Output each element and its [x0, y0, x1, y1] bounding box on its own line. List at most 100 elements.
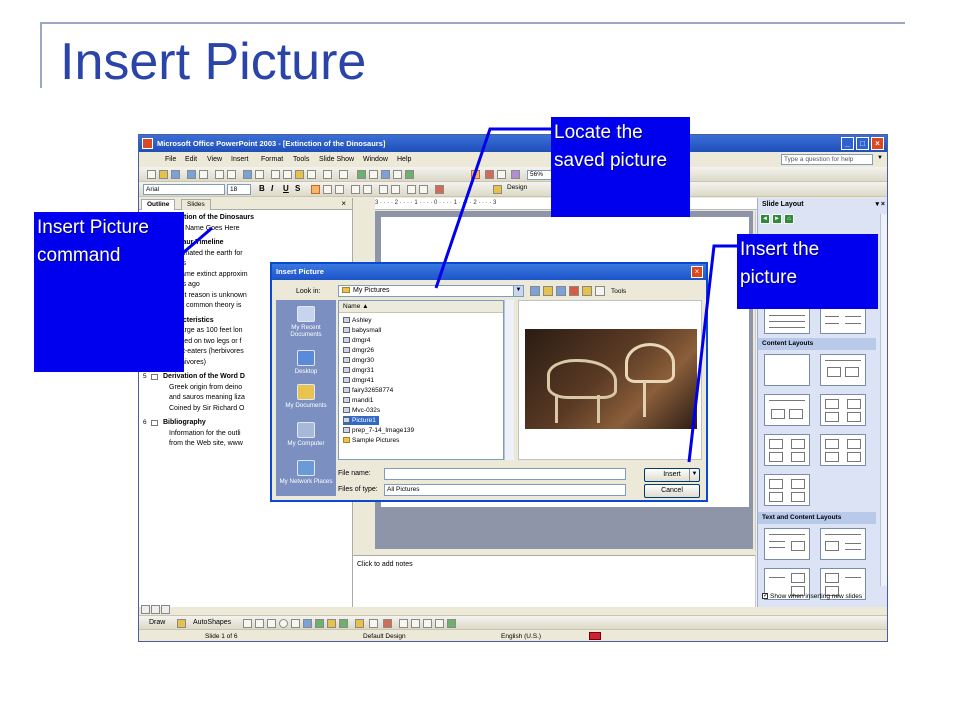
cancel-button[interactable]: Cancel: [644, 484, 700, 498]
layout-blank[interactable]: [764, 354, 810, 386]
menu-slide-show[interactable]: Slide Show: [319, 156, 354, 163]
email-icon[interactable]: [199, 170, 208, 179]
arrow-style-icon[interactable]: [423, 619, 432, 628]
tab-slides[interactable]: Slides: [181, 199, 211, 210]
dialog-close-button[interactable]: ×: [691, 266, 703, 278]
print-preview-icon[interactable]: [227, 170, 236, 179]
slide-icon[interactable]: [151, 374, 158, 380]
files-of-type-select[interactable]: All Pictures: [384, 484, 626, 496]
file-item[interactable]: Ashley: [343, 316, 372, 325]
font-name-select[interactable]: Arial: [143, 184, 225, 195]
tables-borders-icon[interactable]: [381, 170, 390, 179]
layout-content[interactable]: [820, 354, 866, 386]
menu-format[interactable]: Format: [261, 156, 283, 163]
file-item[interactable]: dmgr26: [343, 346, 374, 355]
rectangle-icon[interactable]: [267, 619, 276, 628]
taskpane-scrollbar[interactable]: [880, 214, 887, 586]
italic-button[interactable]: I: [271, 184, 273, 193]
slide-icon[interactable]: [151, 420, 158, 426]
close-button[interactable]: ×: [871, 137, 884, 150]
diagram-icon[interactable]: [315, 619, 324, 628]
dash-style-icon[interactable]: [411, 619, 420, 628]
font-color-draw-icon[interactable]: [383, 619, 392, 628]
align-center-icon[interactable]: [323, 185, 332, 194]
minimize-button[interactable]: _: [841, 137, 854, 150]
back-icon[interactable]: ◄: [760, 214, 770, 224]
textbox-icon[interactable]: [291, 619, 300, 628]
insert-picture-icon[interactable]: [471, 170, 480, 179]
font-size-select[interactable]: 18: [227, 184, 251, 195]
file-item[interactable]: Mvc-032s: [343, 406, 380, 415]
layout-content-text[interactable]: [820, 528, 866, 560]
layout-title-two-content[interactable]: [820, 434, 866, 466]
decrease-indent-icon[interactable]: [407, 185, 416, 194]
delete-icon[interactable]: [569, 286, 579, 296]
shadow-button[interactable]: S: [295, 184, 300, 193]
outline-bullet[interactable]: Coined by Sir Richard O: [169, 405, 244, 412]
tools-menu[interactable]: Tools: [611, 288, 626, 295]
layout-title-large-content[interactable]: [764, 474, 810, 506]
restore-button[interactable]: □: [856, 137, 869, 150]
autoshapes-menu[interactable]: AutoShapes: [193, 619, 231, 626]
3d-style-icon[interactable]: [447, 619, 456, 628]
insert-chart-icon[interactable]: [357, 170, 366, 179]
insert-hyperlink-icon[interactable]: [393, 170, 402, 179]
line-style-icon[interactable]: [399, 619, 408, 628]
file-name-input[interactable]: [384, 468, 626, 480]
arrow-icon[interactable]: [255, 619, 264, 628]
menu-insert[interactable]: Insert: [231, 156, 249, 163]
slide-show-icon[interactable]: [161, 605, 170, 614]
look-in-select[interactable]: My Pictures ▼: [338, 285, 524, 297]
up-one-level-icon[interactable]: [543, 286, 553, 296]
layout-two-content[interactable]: [820, 394, 866, 426]
line-color-icon[interactable]: [369, 619, 378, 628]
copy-icon[interactable]: [283, 170, 292, 179]
increase-indent-icon[interactable]: [419, 185, 428, 194]
back-folder-icon[interactable]: [530, 286, 540, 296]
color-grayscale-icon[interactable]: [511, 170, 520, 179]
name-column-header[interactable]: Name ▲: [339, 301, 503, 313]
wordart-icon[interactable]: [303, 619, 312, 628]
menu-edit[interactable]: Edit: [185, 156, 197, 163]
insert-table-icon[interactable]: [369, 170, 378, 179]
format-painter-icon[interactable]: [307, 170, 316, 179]
decrease-font-icon[interactable]: [391, 185, 400, 194]
place-network[interactable]: My Network Places: [276, 460, 336, 485]
ask-question-input[interactable]: Type a question for help: [781, 154, 873, 165]
permission-icon[interactable]: [187, 170, 196, 179]
save-icon[interactable]: [171, 170, 180, 179]
bold-button[interactable]: B: [259, 184, 265, 193]
print-icon[interactable]: [215, 170, 224, 179]
tab-outline[interactable]: Outline: [141, 199, 176, 210]
outline-bullet[interactable]: and sauros meaning liza: [169, 394, 245, 401]
layout-text-content[interactable]: [764, 528, 810, 560]
numbering-icon[interactable]: [351, 185, 360, 194]
show-formatting-icon[interactable]: [485, 170, 494, 179]
ask-dropdown-icon[interactable]: ▼: [877, 155, 883, 161]
increase-font-icon[interactable]: [379, 185, 388, 194]
design-button[interactable]: Design: [507, 184, 527, 191]
outline-slide-title[interactable]: Bibliography: [163, 419, 206, 426]
close-pane-icon[interactable]: ×: [341, 199, 346, 208]
file-list-scrollbar[interactable]: [504, 300, 514, 460]
file-item[interactable]: Picture1: [343, 416, 379, 425]
slide-sorter-icon[interactable]: [151, 605, 160, 614]
grid-icon[interactable]: [497, 170, 506, 179]
home-icon[interactable]: ⌂: [784, 214, 794, 224]
insert-button[interactable]: Insert ▼: [644, 468, 700, 482]
line-icon[interactable]: [243, 619, 252, 628]
select-objects-icon[interactable]: [177, 619, 186, 628]
file-item[interactable]: mandi1: [343, 396, 373, 405]
cut-icon[interactable]: [271, 170, 280, 179]
file-item[interactable]: babysmall: [343, 326, 381, 335]
file-item[interactable]: prep_7-14_Image139: [343, 426, 414, 435]
new-folder-icon[interactable]: [582, 286, 592, 296]
place-recent[interactable]: My Recent Documents: [276, 306, 336, 338]
new-icon[interactable]: [147, 170, 156, 179]
menu-window[interactable]: Window: [363, 156, 388, 163]
place-desktop[interactable]: Desktop: [276, 350, 336, 375]
outline-bullet[interactable]: Greek origin from deino: [169, 384, 242, 391]
fill-color-icon[interactable]: [355, 619, 364, 628]
forward-icon[interactable]: ►: [772, 214, 782, 224]
underline-button[interactable]: U: [283, 184, 289, 193]
